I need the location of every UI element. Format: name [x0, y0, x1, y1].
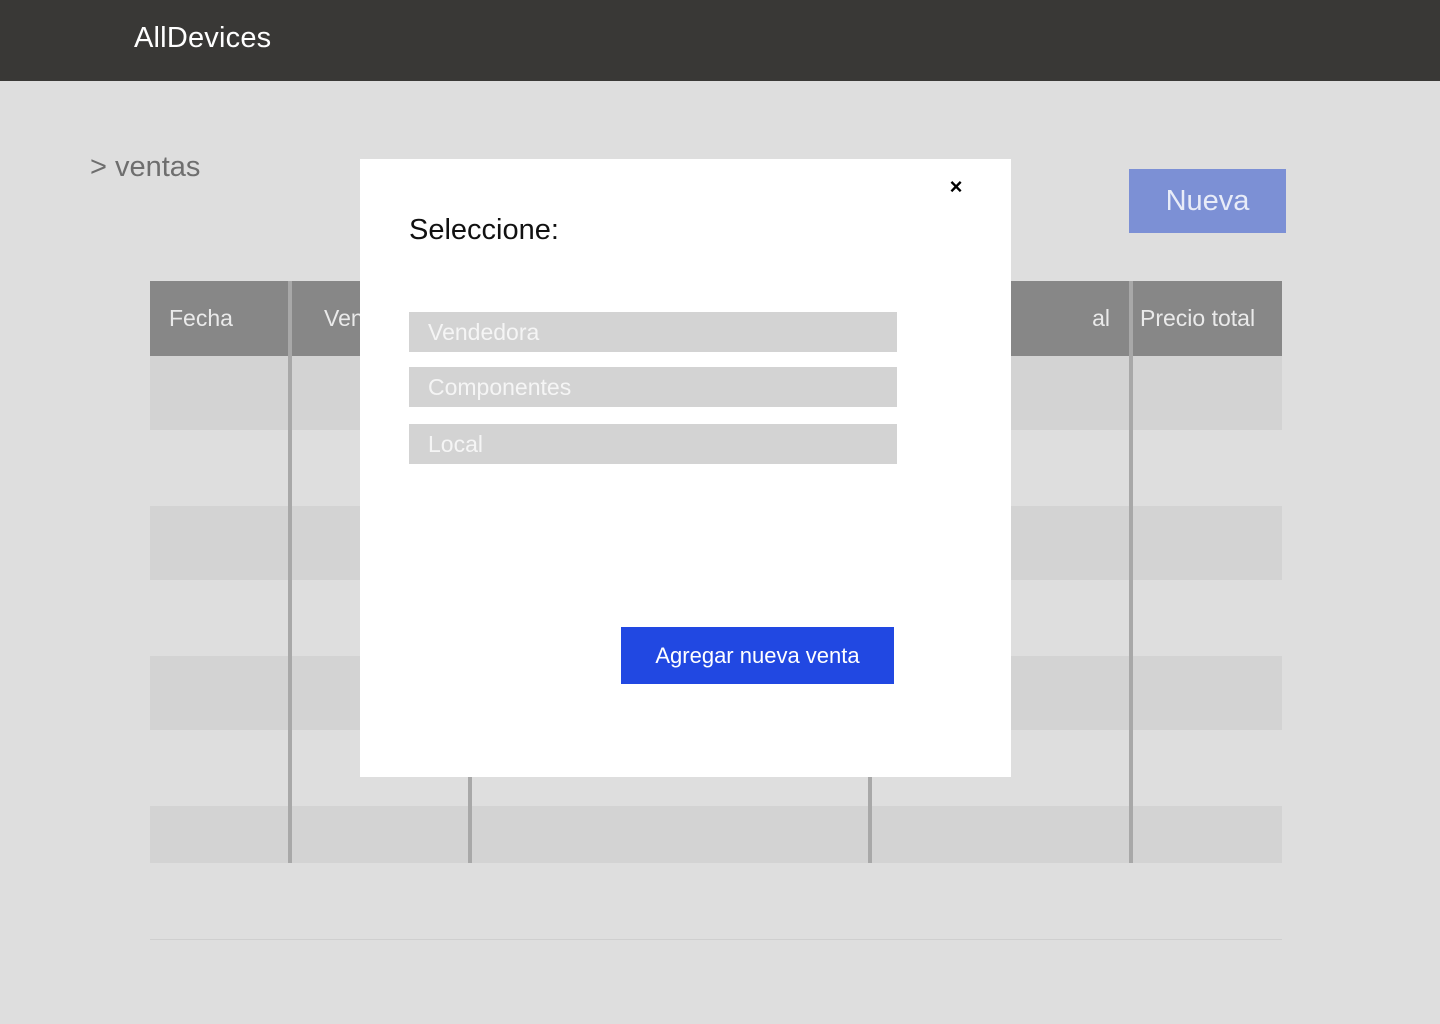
- breadcrumb[interactable]: > ventas: [90, 151, 200, 184]
- option-vendedora[interactable]: Vendedora: [409, 312, 897, 352]
- column-header-fecha[interactable]: Fecha: [169, 281, 233, 356]
- add-sale-button[interactable]: Agregar nueva venta: [621, 627, 894, 684]
- column-header-vendedora[interactable]: Ven: [324, 281, 364, 356]
- column-divider: [1129, 281, 1133, 863]
- divider: [150, 939, 1282, 940]
- close-icon[interactable]: ×: [945, 176, 967, 198]
- top-bar: AllDevices: [0, 0, 1440, 81]
- option-componentes[interactable]: Componentes: [409, 367, 897, 407]
- modal-title: Seleccione:: [409, 214, 559, 246]
- option-local[interactable]: Local: [409, 424, 897, 464]
- column-divider: [288, 281, 292, 863]
- table-row[interactable]: [150, 806, 1282, 863]
- column-header-precio-total[interactable]: Precio total: [1140, 281, 1255, 356]
- new-sale-button[interactable]: Nueva: [1129, 169, 1286, 233]
- select-modal: × Seleccione: Vendedora Componentes Loca…: [360, 159, 1011, 777]
- column-header-local[interactable]: al: [998, 281, 1110, 356]
- app-title: AllDevices: [134, 22, 272, 54]
